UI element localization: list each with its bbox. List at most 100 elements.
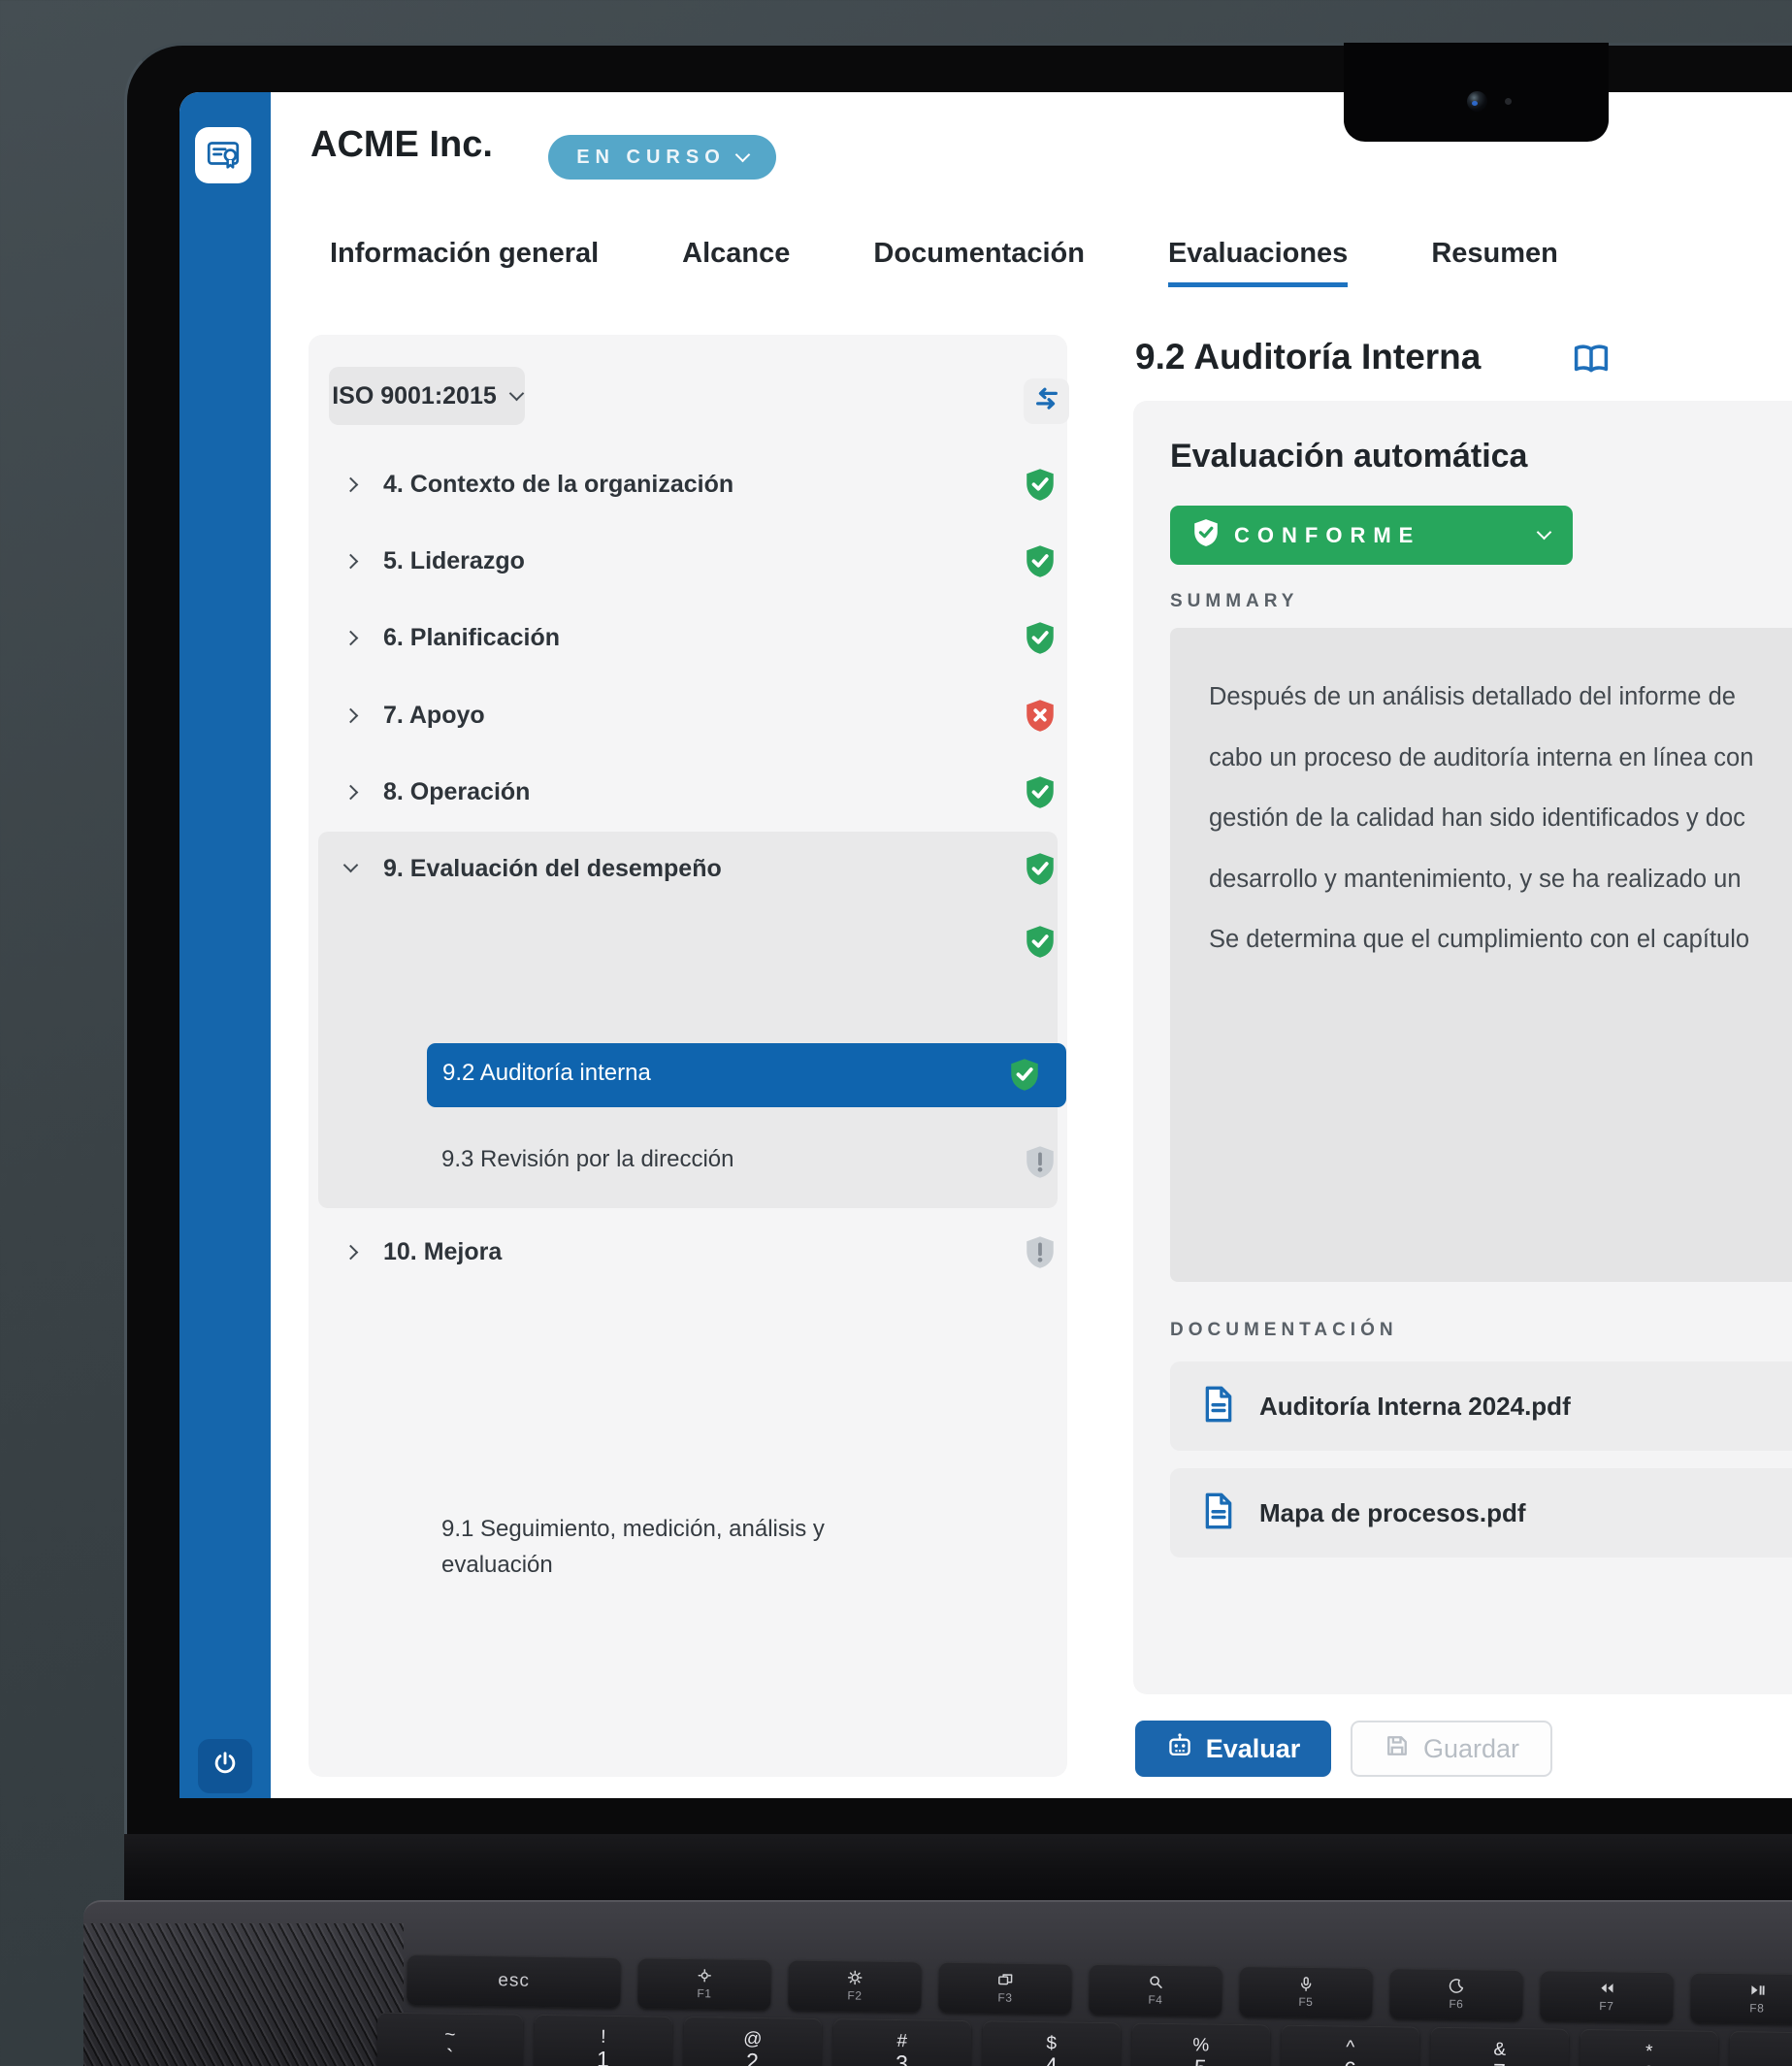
key-tilde: ~ ` — [376, 2013, 523, 2066]
key-label: 7 — [1493, 2060, 1506, 2066]
tab-evaluaciones[interactable]: Evaluaciones — [1168, 238, 1348, 287]
power-icon — [210, 1749, 241, 1785]
tree-item-label: 7. Apoyo — [383, 702, 485, 730]
key-label: & — [1493, 2040, 1506, 2060]
tab-resumen[interactable]: Resumen — [1431, 238, 1558, 287]
tree-item-9-1-seguimiento[interactable]: 9.1 Seguimiento, medición, análisis y ev… — [309, 923, 1067, 958]
summary-line: gestión de la calidad han sido identific… — [1209, 788, 1792, 849]
key-label: F7 — [1599, 1999, 1613, 2013]
file-name: Auditoría Interna 2024.pdf — [1259, 1392, 1571, 1422]
document-icon — [1203, 1386, 1234, 1427]
summary-line: cabo un proceso de auditoría interna en … — [1209, 728, 1792, 789]
power-button[interactable] — [198, 1739, 252, 1793]
camera-indicator-dot — [1505, 98, 1512, 105]
tree-item-9-evaluacion-desempeno[interactable]: 9. Evaluación del desempeño — [309, 853, 1067, 888]
key-label: F2 — [847, 1988, 862, 2002]
key-f7: F7 — [1540, 1970, 1674, 2022]
play-pause-icon — [1749, 1982, 1766, 1998]
laptop-keyboard-deck: esc F1 F2 F3 F4 F5 F6 — [83, 1900, 1792, 2066]
key-f5: F5 — [1239, 1966, 1373, 2018]
chevron-right-icon — [343, 477, 359, 493]
status-fail-icon — [1026, 699, 1055, 733]
tree-item-9-2-auditoria-interna-selected[interactable]: 9.2 Auditoría interna — [427, 1043, 1066, 1107]
key-4: $ 4 — [982, 2020, 1121, 2066]
tree-item-label: 9.1 Seguimiento, medición, análisis y ev… — [441, 1511, 927, 1583]
brightness-down-icon — [697, 1967, 713, 1984]
verdict-dropdown[interactable]: CONFORME — [1170, 506, 1573, 565]
tree-item-10-mejora[interactable]: 10. Mejora — [309, 1236, 1067, 1271]
key-label: F4 — [1148, 1993, 1162, 2007]
brightness-up-icon — [847, 1969, 863, 1985]
key-label: 2 — [746, 2050, 759, 2066]
chevron-right-icon — [343, 785, 359, 801]
key-label: 6 — [1344, 2057, 1356, 2066]
swap-standard-button[interactable] — [1024, 378, 1069, 424]
key-label: F5 — [1298, 1995, 1313, 2009]
tree-item-label: 6. Planificación — [383, 624, 560, 652]
key-label: @ — [743, 2029, 763, 2050]
tree-item-label: 5. Liderazgo — [383, 547, 525, 575]
key-label: F6 — [1449, 1997, 1463, 2011]
tree-item-5-liderazgo[interactable]: 5. Liderazgo — [309, 545, 1067, 580]
clause-title: 9.2 Auditoría Interna — [1135, 337, 1481, 377]
laptop-hinge — [124, 1834, 1792, 1900]
app-sidebar — [179, 92, 271, 1798]
status-pass-icon — [1010, 1058, 1039, 1092]
key-label: * — [1645, 2042, 1653, 2062]
key-label: 4 — [1045, 2053, 1058, 2066]
auto-evaluation-card: Evaluación automática CONFORME SUMMARY D… — [1133, 401, 1792, 1694]
laptop-mockup-scene: { "header": { "company": "ACME Inc.", "s… — [0, 0, 1792, 2066]
tree-item-7-apoyo[interactable]: 7. Apoyo — [309, 700, 1067, 735]
chevron-down-icon — [735, 147, 751, 162]
status-pass-icon — [1026, 468, 1055, 502]
key-1: ! 1 — [534, 2015, 672, 2066]
tree-item-4-contexto[interactable]: 4. Contexto de la organización — [309, 469, 1067, 504]
status-pass-icon — [1026, 925, 1055, 959]
key-label: F3 — [997, 1991, 1012, 2005]
summary-line: desarrollo y mantenimiento, y se ha real… — [1209, 849, 1792, 910]
key-label: ~ — [444, 2025, 455, 2046]
robot-icon — [1166, 1732, 1193, 1766]
open-book-icon[interactable] — [1572, 343, 1611, 380]
status-pass-icon — [1026, 775, 1055, 809]
tree-item-6-planificacion[interactable]: 6. Planificación — [309, 622, 1067, 657]
tab-informacion-general[interactable]: Información general — [330, 238, 599, 287]
status-pending-icon — [1026, 1235, 1055, 1269]
floppy-save-icon — [1384, 1732, 1411, 1766]
file-item-mapa[interactable]: Mapa de procesos.pdf — [1170, 1468, 1792, 1558]
status-pending-icon — [1026, 1145, 1055, 1179]
standard-selector[interactable]: ISO 9001:2015 — [329, 367, 525, 425]
tree-item-9-3-revision[interactable]: 9.3 Revisión por la dirección — [309, 1146, 1067, 1181]
tab-documentacion[interactable]: Documentación — [873, 238, 1085, 287]
card-title: Evaluación automática — [1170, 438, 1527, 476]
tab-bar: Información general Alcance Documentació… — [330, 238, 1558, 287]
document-icon — [1203, 1492, 1234, 1534]
evaluation-detail-panel: 9.2 Auditoría Interna Evaluación automát… — [1133, 335, 1792, 1798]
speaker-grille — [83, 1923, 404, 2066]
file-item-auditoria[interactable]: Auditoría Interna 2024.pdf — [1170, 1361, 1792, 1451]
summary-textarea[interactable]: Después de un análisis detallado del inf… — [1170, 628, 1792, 1282]
key-label: 1 — [597, 2048, 609, 2066]
tab-alcance[interactable]: Alcance — [682, 238, 790, 287]
summary-line: Se determina que el cumplimiento con el … — [1209, 909, 1792, 970]
save-button[interactable]: Guardar — [1351, 1721, 1552, 1777]
evaluate-button-label: Evaluar — [1206, 1734, 1301, 1764]
key-f6: F6 — [1389, 1968, 1523, 2020]
status-pass-icon — [1026, 621, 1055, 655]
summary-section-label: SUMMARY — [1170, 591, 1298, 612]
key-3: # 3 — [832, 2018, 971, 2066]
status-pass-icon — [1026, 852, 1055, 886]
verdict-label: CONFORME — [1234, 523, 1539, 548]
key-6: ^ 6 — [1281, 2025, 1419, 2066]
tree-item-8-operacion[interactable]: 8. Operación — [309, 776, 1067, 811]
key-5: % 5 — [1131, 2022, 1270, 2066]
chevron-down-icon — [509, 385, 525, 401]
key-f2: F2 — [788, 1959, 922, 2012]
key-label: ! — [601, 2027, 606, 2048]
status-badge[interactable]: EN CURSO — [548, 135, 776, 180]
key-7: & 7 — [1430, 2027, 1569, 2066]
key-label: % — [1192, 2035, 1209, 2055]
evaluate-button[interactable]: Evaluar — [1135, 1721, 1331, 1777]
tree-item-label: 4. Contexto de la organización — [383, 471, 733, 499]
standard-selector-label: ISO 9001:2015 — [332, 382, 497, 410]
